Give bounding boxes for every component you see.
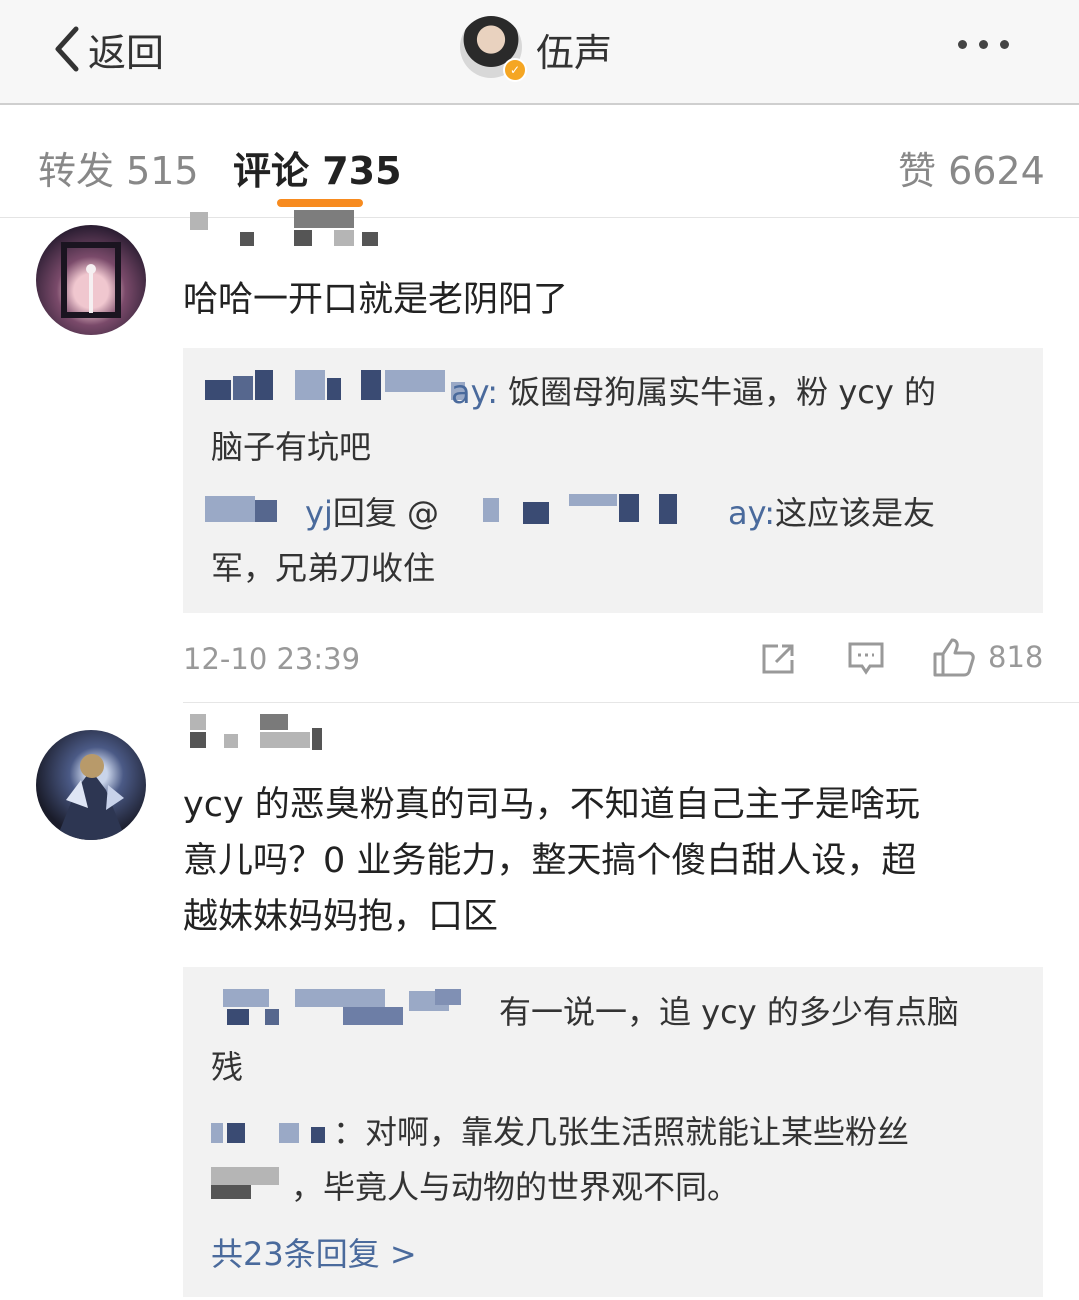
- reply-text-cont: ，毕竟人与动物的世界观不同。: [291, 1168, 740, 1206]
- reply-username-blurred: [211, 1117, 341, 1153]
- tab-repost[interactable]: 转发 515: [38, 140, 199, 195]
- comment-text: 哈哈一开口就是老阴阳了: [183, 280, 569, 320]
- reply-text: ：对啊，靠发几张生活照就能让某些粉丝: [333, 1113, 910, 1151]
- reply-username-blurred: [213, 987, 473, 1027]
- reply-text: 这应该是友: [775, 494, 936, 532]
- more-replies-link[interactable]: 共23条回复 >: [211, 1229, 417, 1275]
- chevron-left-icon: [55, 26, 79, 72]
- reply-box[interactable]: 有一说一，追 ycy 的多少有点脑 残 ：对啊，靠发几张生活照就能让某些粉丝 ，…: [183, 967, 1043, 1297]
- share-icon: [762, 644, 794, 674]
- verified-icon: ✓: [503, 58, 527, 82]
- comment-divider: [183, 702, 1079, 703]
- back-label: 返回: [88, 30, 165, 75]
- commenter-avatar[interactable]: [36, 225, 146, 335]
- comment-text: ycy 的恶臭粉真的司马，不知道自己主子是啥玩 意儿吗？0 业务能力，整天搞个傻…: [183, 777, 920, 945]
- more-dots-icon: [958, 40, 967, 49]
- active-tab-indicator: [277, 199, 363, 207]
- reply-text: 饭圈母狗属实牛逼，粉 ycy 的: [508, 373, 936, 411]
- comment-icon: [848, 642, 884, 675]
- more-button[interactable]: [958, 40, 1009, 49]
- reply-username-tail[interactable]: yj: [305, 494, 333, 532]
- reply-text-cont: 脑子有坑吧: [211, 428, 372, 466]
- commenter-avatar[interactable]: [36, 730, 146, 840]
- redacted-text-blurred: [211, 1167, 291, 1203]
- like-button[interactable]: 818: [932, 636, 1043, 678]
- reply-mention-prefix: 回复 @: [332, 494, 440, 532]
- tab-like[interactable]: 赞 6624: [898, 140, 1045, 195]
- comment-timestamp: 12-10 23:39: [183, 642, 361, 676]
- tab-comment[interactable]: 评论 735: [233, 140, 402, 195]
- reply-username-tail[interactable]: ay:: [451, 373, 498, 411]
- thumbs-up-icon: [933, 638, 975, 677]
- reply-text: 有一说一，追 ycy 的多少有点脑: [499, 993, 959, 1031]
- comment-text-line: ycy 的恶臭粉真的司马，不知道自己主子是啥玩: [183, 785, 920, 825]
- comment-text-line: 越妹妹妈妈抱，口区: [183, 897, 499, 937]
- back-button[interactable]: 返回: [52, 18, 164, 80]
- reply-text-cont: 军，兄弟刀收住: [211, 549, 436, 587]
- reply-box[interactable]: ay: 饭圈母狗属实牛逼，粉 ycy 的 脑子有坑吧 yj回复 @ ay:这应该…: [183, 348, 1043, 613]
- reply-text-cont: 残: [211, 1048, 244, 1086]
- page-title: 伍声: [536, 31, 613, 75]
- commenter-username-blurred[interactable]: [190, 210, 390, 250]
- mention-username-tail[interactable]: ay:: [728, 494, 775, 532]
- mention-username-blurred: [483, 492, 713, 528]
- reply-username-blurred: [205, 492, 305, 528]
- comment-text-line: 意儿吗？0 业务能力，整天搞个傻白甜人设，超: [183, 841, 917, 881]
- share-button[interactable]: [758, 640, 798, 682]
- commenter-username-blurred[interactable]: [190, 712, 330, 752]
- reply-button[interactable]: [846, 640, 886, 682]
- like-count: 818: [988, 640, 1044, 674]
- reply-username-blurred: [205, 368, 465, 404]
